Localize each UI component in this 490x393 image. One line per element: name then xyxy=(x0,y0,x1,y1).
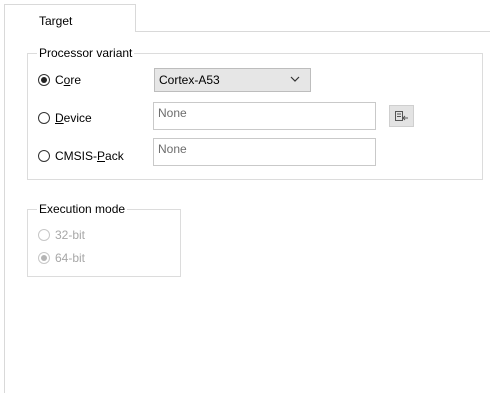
select-device-button[interactable] xyxy=(389,105,414,127)
device-radio[interactable]: Device xyxy=(38,111,92,125)
cmsis-pack-radio[interactable]: CMSIS-Pack xyxy=(38,149,124,163)
execution-mode-32bit-radio[interactable]: 32-bit xyxy=(38,228,85,242)
chevron-down-icon xyxy=(290,76,300,82)
cmsis-pack-field[interactable]: None xyxy=(153,138,376,166)
device-radio-button[interactable] xyxy=(38,112,50,124)
core-radio[interactable]: Core xyxy=(38,73,81,87)
device-label: Device xyxy=(55,111,92,125)
processor-variant-title: Processor variant xyxy=(37,46,135,60)
execution-mode-title: Execution mode xyxy=(37,202,128,216)
device-field-value: None xyxy=(158,106,187,120)
execution-mode-group: Execution mode xyxy=(27,202,181,277)
tab-target-label: Target xyxy=(39,14,73,28)
cmsis-pack-field-value: None xyxy=(158,142,187,156)
select-device-icon xyxy=(394,111,408,121)
core-label: Core xyxy=(55,73,82,87)
execution-mode-64bit-label: 64-bit xyxy=(55,251,86,265)
core-select[interactable]: Cortex-A53 xyxy=(154,68,311,92)
execution-mode-64bit-radio-button[interactable] xyxy=(38,252,50,264)
core-radio-button[interactable] xyxy=(38,74,50,86)
tab-target[interactable]: Target xyxy=(4,4,136,32)
execution-mode-32bit-radio-button[interactable] xyxy=(38,229,50,241)
execution-mode-64bit-radio[interactable]: 64-bit xyxy=(38,251,85,265)
device-field[interactable]: None xyxy=(153,102,376,130)
core-select-value: Cortex-A53 xyxy=(159,73,220,87)
execution-mode-32bit-label: 32-bit xyxy=(55,228,86,242)
cmsis-pack-label: CMSIS-Pack xyxy=(55,149,124,163)
cmsis-pack-radio-button[interactable] xyxy=(38,150,50,162)
